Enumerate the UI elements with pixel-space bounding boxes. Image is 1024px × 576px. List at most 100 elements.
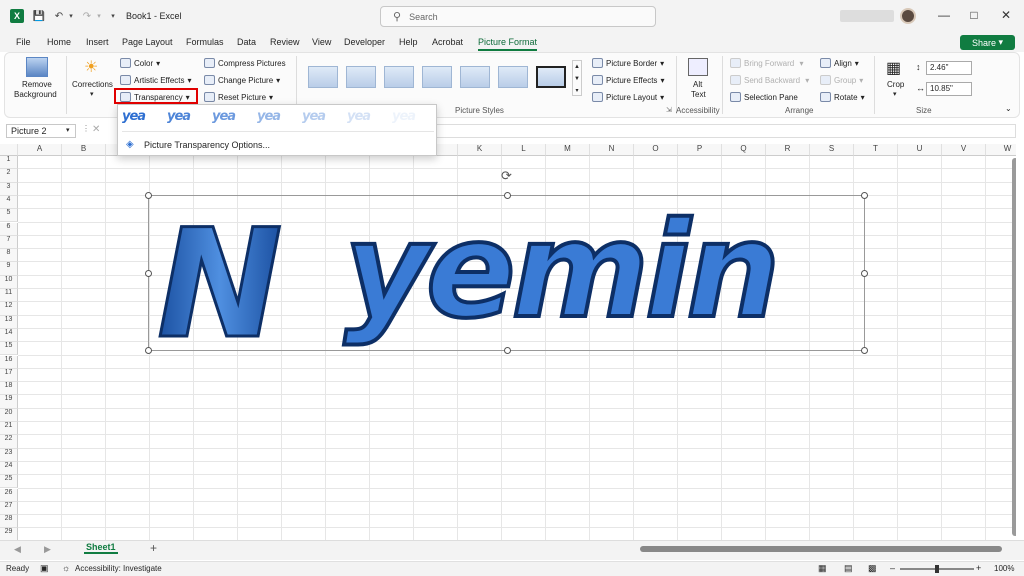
tab-picture-format[interactable]: Picture Format — [478, 37, 538, 51]
resize-handle[interactable] — [145, 192, 152, 199]
picture-style-6[interactable] — [498, 66, 528, 88]
undo-icon[interactable]: ↶ — [52, 8, 66, 24]
chevron-down-icon[interactable]: ▾ — [66, 126, 70, 134]
alt-text-label-1[interactable]: Alt — [693, 80, 702, 89]
resize-handle[interactable] — [145, 347, 152, 354]
picture-style-4[interactable] — [422, 66, 452, 88]
corrections-button[interactable]: Corrections — [72, 80, 113, 89]
transparency-preset-30[interactable]: yea — [212, 109, 256, 125]
account-name[interactable] — [840, 10, 894, 22]
row-header[interactable]: 24 — [0, 461, 18, 476]
transparency-preset-95[interactable]: yea — [392, 109, 436, 125]
selection-pane-button[interactable]: Selection Pane — [730, 92, 798, 102]
customize-toolbar-icon[interactable]: ▾ — [108, 8, 118, 24]
transparency-preset-15[interactable]: yea — [167, 109, 211, 125]
styles-scroll-icon[interactable]: ▲ ▼ ▾ — [572, 60, 582, 96]
zoom-in-icon[interactable]: + — [976, 563, 981, 573]
alt-text-label-2[interactable]: Text — [691, 90, 706, 99]
resize-handle[interactable] — [504, 192, 511, 199]
column-header[interactable]: K — [458, 144, 502, 156]
color-button[interactable]: Color ▾ — [120, 58, 160, 68]
column-header[interactable]: B — [62, 144, 106, 156]
send-backward-button[interactable]: Send Backward ▾ — [730, 75, 809, 85]
redo-dropdown-icon[interactable]: ▾ — [94, 8, 104, 24]
normal-view-icon[interactable]: ▦ — [818, 563, 827, 574]
zoom-thumb[interactable] — [935, 565, 939, 573]
picture-style-1[interactable] — [308, 66, 338, 88]
artistic-effects-button[interactable]: Artistic Effects ▾ — [120, 75, 192, 85]
bring-forward-button[interactable]: Bring Forward ▾ — [730, 58, 804, 68]
row-header[interactable]: 15 — [0, 342, 18, 356]
column-header[interactable]: V — [942, 144, 986, 156]
remove-background-label-2[interactable]: Background — [14, 90, 57, 99]
row-header[interactable]: 14 — [0, 328, 18, 343]
picture-layout-button[interactable]: Picture Layout ▾ — [592, 92, 664, 102]
row-header[interactable]: 7 — [0, 235, 18, 250]
crop-button[interactable]: Crop — [887, 80, 904, 89]
tab-page-layout[interactable]: Page Layout — [122, 37, 173, 47]
row-header[interactable]: 20 — [0, 408, 18, 422]
horizontal-scrollbar[interactable] — [640, 546, 1002, 552]
prev-sheet-icon[interactable]: ◀ — [14, 544, 21, 555]
status-accessibility[interactable]: Accessibility: Investigate — [75, 564, 162, 573]
tab-help[interactable]: Help — [399, 37, 418, 47]
column-header[interactable]: A — [18, 144, 62, 156]
transparency-preset-0[interactable]: yea — [122, 109, 166, 125]
minimize-icon[interactable]: — — [934, 8, 954, 24]
row-header[interactable]: 12 — [0, 302, 18, 316]
search-input[interactable]: ⚲ Search — [380, 6, 656, 27]
vertical-scrollbar[interactable] — [1012, 158, 1016, 536]
transparency-preset-80[interactable]: yea — [347, 109, 391, 125]
row-header[interactable]: 10 — [0, 275, 18, 289]
add-sheet-icon[interactable]: + — [150, 541, 157, 555]
row-header[interactable]: 21 — [0, 422, 18, 436]
page-layout-view-icon[interactable]: ▤ — [844, 563, 853, 574]
row-header[interactable]: 4 — [0, 195, 18, 210]
row-header[interactable]: 22 — [0, 435, 18, 449]
cancel-icon[interactable]: ✕ — [92, 124, 100, 135]
remove-background-label-1[interactable]: Remove — [22, 80, 52, 89]
select-all-corner[interactable] — [0, 144, 18, 156]
picture-style-5[interactable] — [460, 66, 490, 88]
row-header[interactable]: 25 — [0, 475, 18, 489]
macro-icon[interactable]: ▣ — [40, 563, 49, 574]
row-header[interactable]: 8 — [0, 249, 18, 263]
tab-review[interactable]: Review — [270, 37, 300, 47]
row-header[interactable]: 13 — [0, 315, 18, 329]
dialog-launcher-icon[interactable]: ⇲ — [666, 106, 672, 114]
maximize-icon[interactable]: □ — [964, 8, 984, 24]
resize-handle[interactable] — [504, 347, 511, 354]
rotate-button[interactable]: Rotate ▾ — [820, 92, 865, 102]
row-header[interactable]: 17 — [0, 368, 18, 383]
tab-insert[interactable]: Insert — [86, 37, 109, 47]
compress-pictures-button[interactable]: Compress Pictures — [204, 58, 286, 68]
align-button[interactable]: Align ▾ — [820, 58, 859, 68]
close-icon[interactable]: ✕ — [996, 8, 1016, 24]
tab-formulas[interactable]: Formulas — [186, 37, 224, 47]
row-header[interactable]: 19 — [0, 395, 18, 409]
group-button[interactable]: Group ▾ — [820, 75, 863, 85]
column-header[interactable]: W — [986, 144, 1016, 156]
row-header[interactable]: 6 — [0, 222, 18, 236]
tab-home[interactable]: Home — [47, 37, 71, 47]
column-header[interactable]: P — [678, 144, 722, 156]
tab-view[interactable]: View — [312, 37, 331, 47]
row-header[interactable]: 1 — [0, 156, 18, 170]
column-header[interactable]: U — [898, 144, 942, 156]
resize-handle[interactable] — [861, 347, 868, 354]
column-header[interactable]: O — [634, 144, 678, 156]
zoom-level[interactable]: 100% — [994, 564, 1014, 573]
column-header[interactable]: R — [766, 144, 810, 156]
row-header[interactable]: 5 — [0, 209, 18, 223]
picture-style-7[interactable] — [536, 66, 566, 88]
accessibility-icon[interactable]: ☼ — [62, 563, 70, 573]
selected-picture[interactable]: N yemin ⟳ — [145, 168, 868, 354]
row-header[interactable]: 2 — [0, 169, 18, 183]
tab-developer[interactable]: Developer — [344, 37, 385, 47]
tab-file[interactable]: File — [16, 37, 31, 47]
transparency-preset-50[interactable]: yea — [257, 109, 301, 125]
column-header[interactable]: S — [810, 144, 854, 156]
row-header[interactable]: 16 — [0, 355, 18, 369]
save-icon[interactable]: 💾 — [32, 8, 46, 24]
tab-data[interactable]: Data — [237, 37, 256, 47]
